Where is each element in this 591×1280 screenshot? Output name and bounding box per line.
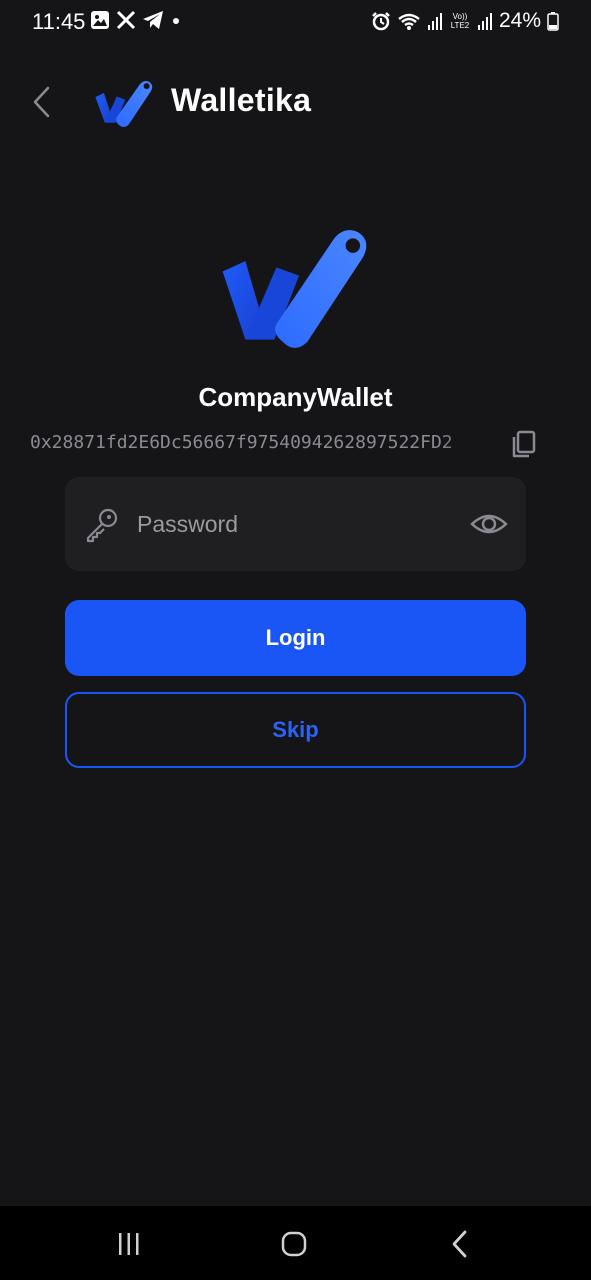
system-nav-bar: [0, 1206, 591, 1280]
system-back-button[interactable]: [440, 1224, 480, 1264]
walletika-logo-icon: [222, 230, 367, 348]
signal-icon: [427, 13, 442, 30]
notification-icons: [90, 10, 182, 30]
status-right: Vo)) LTE2 24%: [371, 9, 559, 33]
status-time: 11:45: [32, 9, 86, 34]
eye-icon[interactable]: [470, 507, 508, 541]
image-icon: [91, 11, 109, 29]
telegram-icon: [143, 11, 163, 29]
recent-apps-button[interactable]: [109, 1224, 149, 1264]
network-label: Vo)) LTE2: [450, 12, 470, 30]
back-button[interactable]: [24, 82, 60, 122]
login-button[interactable]: Login: [65, 600, 526, 676]
recent-apps-icon: [119, 1233, 139, 1255]
home-icon: [281, 1231, 307, 1257]
wallet-address-row: 0x28871fd2E6Dc56667f9754094262897522FD2: [30, 428, 540, 462]
app-header: Walletika: [0, 70, 591, 134]
app-title: Walletika: [171, 82, 312, 118]
x-logo-icon: [116, 10, 136, 30]
dot-icon: [173, 18, 179, 24]
wallet-name: CompanyWallet: [198, 382, 393, 412]
status-bar: 11:45 Vo)) LTE2 24%: [0, 0, 591, 44]
key-icon: [86, 508, 118, 543]
signal-icon: [477, 13, 492, 30]
back-icon: [452, 1230, 467, 1258]
password-input[interactable]: [137, 501, 457, 547]
home-button[interactable]: [274, 1224, 314, 1264]
battery-percentage: 24%: [498, 9, 541, 32]
walletika-logo-icon: [95, 80, 153, 128]
login-screen: 11:45 Vo)) LTE2 24% Walletika CompanyWal…: [0, 0, 591, 1280]
battery-icon: [547, 12, 559, 31]
skip-button[interactable]: Skip: [65, 692, 526, 768]
wallet-address: 0x28871fd2E6Dc56667f9754094262897522FD2: [30, 432, 453, 453]
chevron-left-icon: [33, 86, 50, 118]
copy-address-button[interactable]: [508, 428, 540, 460]
alarm-icon: [372, 12, 390, 31]
copy-icon: [512, 430, 536, 458]
wifi-icon: [398, 13, 420, 30]
password-field: [65, 477, 526, 571]
